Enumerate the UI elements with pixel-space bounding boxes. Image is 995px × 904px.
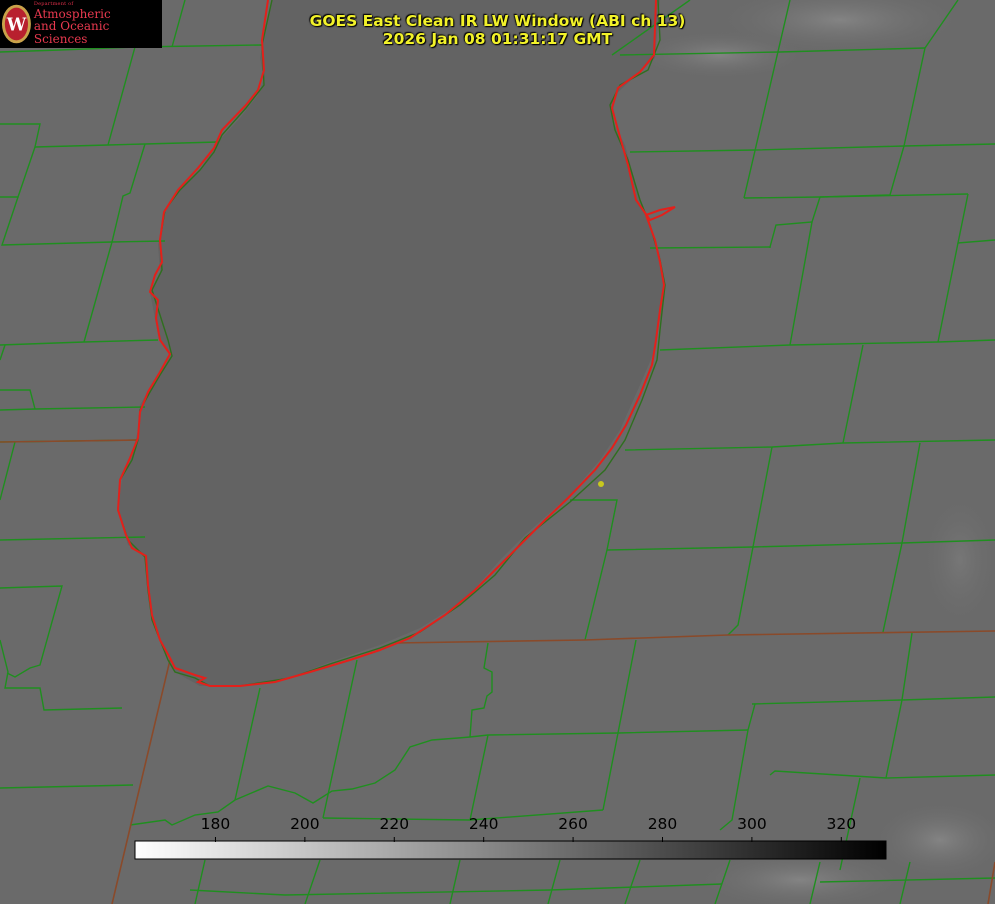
uw-seal-icon: W <box>1 4 31 44</box>
image-title: GOES East Clean IR LW Window (ABI ch 13)… <box>260 12 735 48</box>
colorbar-gradient <box>134 840 887 860</box>
colorbar-tick-label: 320 <box>826 815 857 833</box>
colorbar-tick-label: 200 <box>290 815 320 833</box>
logo-line-2: and Oceanic Sciences <box>33 19 110 46</box>
logo-text: Department of Atmospheric and Oceanic Sc… <box>33 2 162 46</box>
title-line-2: 2026 Jan 08 01:31:17 GMT <box>382 30 613 48</box>
colorbar-tick-label: 260 <box>558 815 588 833</box>
satellite-image-map <box>0 0 995 904</box>
colorbar-tick-label: 180 <box>200 815 231 833</box>
colorbar-tick-label: 240 <box>468 815 499 833</box>
satellite-map-view: W Department of Atmospheric and Oceanic … <box>0 0 995 904</box>
colorbar-tick-label: 220 <box>379 815 410 833</box>
colorbar-tick-label: 300 <box>737 815 767 833</box>
svg-text:W: W <box>6 16 27 36</box>
location-marker <box>598 481 604 487</box>
colorbar-tick-label: 280 <box>647 815 678 833</box>
title-line-1: GOES East Clean IR LW Window (ABI ch 13) <box>309 12 686 30</box>
uw-aos-logo: W Department of Atmospheric and Oceanic … <box>0 0 162 48</box>
